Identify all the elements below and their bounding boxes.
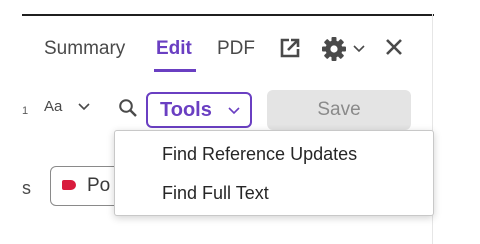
tools-label: Tools xyxy=(160,99,212,121)
tag-chip-label: Po xyxy=(87,175,111,196)
search-icon[interactable] xyxy=(118,98,138,118)
menu-item-find-reference-updates[interactable]: Find Reference Updates xyxy=(162,144,357,165)
active-tab-indicator xyxy=(154,69,196,72)
close-icon[interactable] xyxy=(385,38,403,56)
external-link-icon[interactable] xyxy=(279,37,301,59)
menu-item-find-full-text[interactable]: Find Full Text xyxy=(162,183,269,204)
chevron-down-icon xyxy=(228,107,240,115)
chevron-down-icon[interactable] xyxy=(78,103,90,111)
gear-icon[interactable] xyxy=(321,36,347,62)
font-size-button[interactable]: Aa xyxy=(44,98,62,115)
chevron-down-icon[interactable] xyxy=(353,45,365,53)
tab-summary[interactable]: Summary xyxy=(44,37,125,61)
save-button[interactable]: Save xyxy=(267,90,411,130)
tab-pdf[interactable]: PDF xyxy=(217,37,255,61)
tab-edit[interactable]: Edit xyxy=(156,37,192,61)
tools-dropdown-button[interactable]: Tools xyxy=(146,92,252,128)
header-divider xyxy=(22,14,434,16)
tags-partial-label: s xyxy=(22,178,31,198)
tools-menu: Find Reference Updates Find Full Text xyxy=(114,130,434,216)
partial-toolbar-text: 1 xyxy=(22,105,29,117)
tag-color-icon xyxy=(62,180,76,190)
save-label: Save xyxy=(317,99,361,120)
